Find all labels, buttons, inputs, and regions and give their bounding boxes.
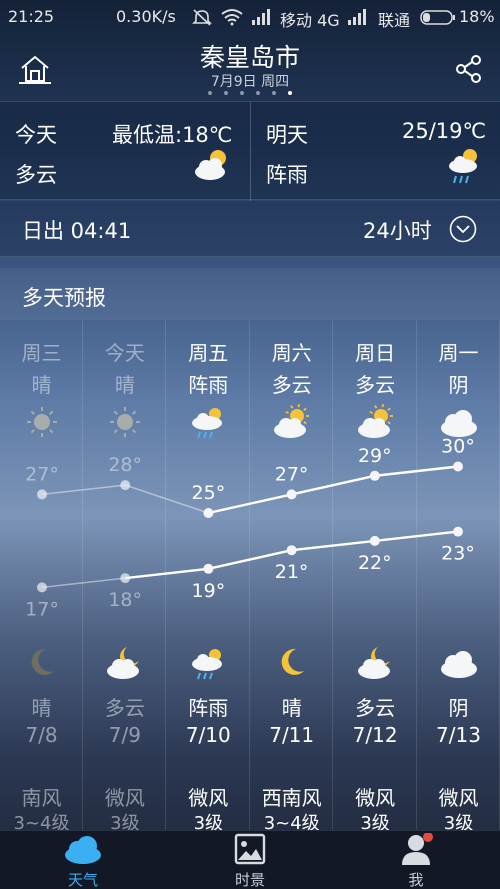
sun-icon	[110, 407, 141, 437]
cloud-icon	[441, 410, 477, 437]
forecast-night-condition: 阵雨	[188, 696, 229, 720]
forecast-day-4: 周日 多云 多云 7/12 微风 3级	[334, 320, 417, 860]
sunrise-time: 日出 04:41	[22, 219, 132, 243]
cloudy-moon-icon	[107, 647, 140, 679]
date-subtitle: 7月9日 周四	[210, 74, 290, 90]
forecast-grid: 周三晴晴 7/8 南风 3~4级 今天晴多云 7/9 微风 3级 周五 阵雨 阵雨 7/10 微风 3级周…	[0, 320, 500, 860]
tomorrow-condition: 阵雨	[266, 163, 308, 187]
forecast-day-name: 周五	[188, 341, 229, 365]
battery-level: 18%	[459, 7, 495, 26]
forecast-night-condition: 多云	[355, 696, 396, 720]
forecast-day-2: 周五 阵雨 阵雨 7/10 微风 3级	[167, 320, 250, 860]
today-tomorrow-panel: 今天 最低温:18℃ 多云 明天 25/19℃ 阵雨	[0, 101, 500, 201]
sun-icon	[27, 407, 57, 437]
forecast-day-name: 周六	[271, 341, 312, 365]
forecast-title: 多天预报	[22, 286, 106, 310]
forecast-wind: 微风	[438, 786, 479, 810]
forecast-date: 7/12	[352, 723, 398, 747]
forecast-day-condition: 多云	[355, 373, 396, 397]
partly-cloudy-icon	[357, 404, 393, 438]
wifi-icon	[221, 9, 243, 26]
forecast-day-condition: 晴	[31, 373, 52, 397]
forecast-day-3: 周六 多云晴 7/11 西南风 3~4级	[250, 320, 334, 860]
forecast-day-condition: 晴	[114, 373, 135, 397]
forecast-day-name: 今天	[104, 341, 145, 365]
forecast-night-condition: 晴	[281, 696, 302, 720]
tab-me[interactable]: 我	[333, 831, 499, 889]
forecast-day-1: 今天晴多云 7/9 微风 3级	[83, 320, 167, 860]
forecast-date: 7/10	[185, 723, 231, 747]
moon-icon	[31, 648, 54, 675]
forecast-night-condition: 多云	[104, 696, 145, 720]
shower-icon	[191, 649, 222, 680]
picture-tab-icon	[234, 833, 266, 865]
moon-icon	[281, 648, 305, 675]
forecast-day-condition: 阵雨	[188, 373, 229, 397]
status-speed: 0.30K/s	[116, 7, 176, 26]
partly-cloudy-icon	[195, 150, 226, 180]
forecast-night-condition: 晴	[31, 696, 52, 720]
header: 秦皇岛市 7月9日 周四	[0, 34, 500, 100]
forecast-day-name: 周一	[438, 341, 479, 365]
network-1: 移动 4G	[280, 11, 340, 30]
tomorrow-label: 明天	[266, 123, 308, 147]
status-time: 21:25	[8, 7, 55, 26]
tab-weather[interactable]: 天气	[0, 831, 166, 889]
forecast-day-name: 周日	[355, 341, 396, 365]
forecast-night-condition: 阴	[448, 696, 469, 720]
user-tab-icon	[402, 833, 433, 865]
cloudy-moon-icon	[357, 647, 390, 679]
forecast-day-5: 周一阴阴 7/13 微风 3级	[417, 320, 500, 860]
partly-cloudy-icon	[274, 404, 310, 438]
forecast-date: 7/11	[269, 723, 315, 747]
sunrise-row: 日出 04:41 24小时	[0, 201, 500, 257]
forecast-section-title: 多天预报	[0, 268, 500, 320]
forecast-date: 7/9	[108, 723, 141, 747]
today-low-temp: 最低温:18℃	[112, 123, 233, 147]
tab-bar: 天气 时景 我	[0, 830, 500, 889]
shower-icon	[191, 408, 222, 439]
forecast-day-name: 周三	[21, 341, 62, 365]
forecast-date: 7/13	[436, 723, 481, 747]
hourly-label[interactable]: 24小时	[363, 215, 432, 245]
cloud-tab-icon	[65, 836, 101, 864]
forecast-wind: 微风	[104, 786, 145, 810]
network-2: 联通	[378, 11, 411, 30]
signal-icon	[252, 9, 270, 25]
shower-icon	[449, 149, 477, 184]
notification-badge	[423, 833, 433, 842]
today-label: 今天	[15, 123, 57, 147]
forecast-day-condition: 阴	[448, 373, 469, 397]
share-icon[interactable]	[454, 54, 484, 84]
signal-icon	[348, 9, 366, 25]
tab-label: 我	[408, 871, 424, 889]
tomorrow-temp: 25/19℃	[402, 119, 487, 143]
forecast-date: 7/8	[25, 723, 58, 747]
chevron-down-icon[interactable]	[448, 214, 478, 244]
tab-scene[interactable]: 时景	[167, 831, 333, 889]
forecast-wind: 南风	[21, 786, 62, 810]
mute-icon	[192, 9, 212, 26]
city-title[interactable]: 秦皇岛市	[0, 38, 500, 74]
page-indicator	[208, 91, 298, 97]
forecast-wind: 西南风	[261, 786, 322, 810]
forecast-day-0: 周三晴晴 7/8 南风 3~4级	[0, 320, 83, 860]
forecast-wind: 微风	[188, 786, 229, 810]
forecast-day-condition: 多云	[271, 373, 312, 397]
status-bar: 21:25 0.30K/s 移动 4G 联通 18%	[0, 0, 500, 34]
forecast-wind: 微风	[355, 786, 396, 810]
battery-icon	[420, 10, 455, 25]
tab-label: 天气	[67, 871, 98, 889]
tab-label: 时景	[234, 871, 265, 889]
today-condition: 多云	[15, 163, 57, 187]
cloud-icon	[441, 651, 477, 678]
